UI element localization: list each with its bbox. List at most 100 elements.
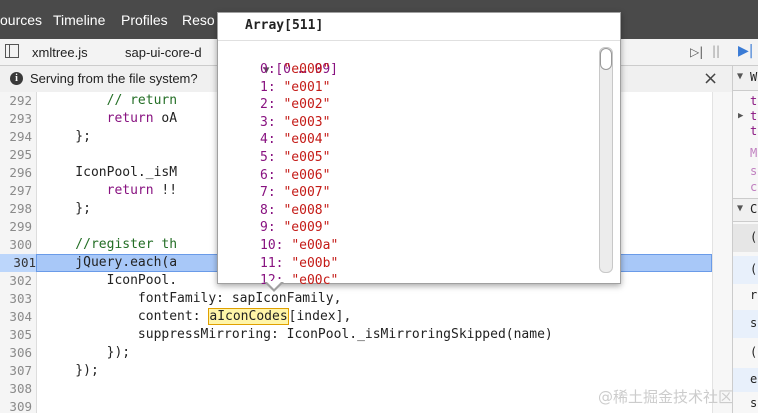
tab-profiles[interactable]: Profiles	[121, 12, 168, 28]
keyword: return	[106, 183, 154, 198]
line-number[interactable]: 309	[0, 398, 32, 416]
expand-arrow-icon[interactable]: ▼	[737, 71, 743, 82]
call-stack-frame[interactable]: (	[750, 345, 757, 359]
line-number[interactable]: 297	[0, 182, 32, 200]
file-tab-xmltree[interactable]: xmltree.js	[32, 45, 88, 60]
line-number[interactable]: 300	[0, 236, 32, 254]
sidebar-section-label: W	[750, 70, 758, 84]
line-number[interactable]: 303	[0, 290, 32, 308]
debugger-sidebar[interactable]: ▼ W t ▶ t t M s c ▼ C ( ( r s ( e s	[732, 66, 758, 413]
line-number[interactable]: 307	[0, 362, 32, 380]
sidebar-text: s	[750, 164, 758, 178]
code-line[interactable]: 303 fontFamily: sapIconFamily,	[0, 290, 732, 308]
code-text: content: aIconCodes[index],	[44, 308, 351, 326]
code-line[interactable]: 307 });	[0, 362, 732, 380]
call-stack-frame[interactable]: (	[750, 262, 757, 276]
array-item[interactable]: 1: "e001"	[260, 79, 330, 97]
popover-pointer-fill	[266, 281, 282, 289]
line-number[interactable]: 298	[0, 200, 32, 218]
line-number[interactable]: 302	[0, 272, 32, 290]
separator-icon: ||	[712, 44, 721, 58]
code-line[interactable]: 306 });	[0, 344, 732, 362]
array-item-value: "e003"	[283, 114, 331, 130]
array-item-index: 8:	[260, 202, 276, 218]
range-toggle[interactable]: ▼ [0 … 99]	[232, 43, 338, 77]
popover-scroll-thumb[interactable]	[600, 48, 612, 70]
code-text: fontFamily: sapIconFamily,	[44, 291, 342, 306]
array-item-value: "e005"	[283, 150, 331, 165]
array-item-value: "e001"	[283, 79, 331, 95]
array-item-value: "e00b"	[291, 255, 339, 271]
code-text: jQuery.each(a	[44, 255, 178, 270]
array-item-value: "e002"	[283, 97, 331, 113]
array-item[interactable]: 2: "e002"	[260, 96, 330, 114]
expand-arrow-icon[interactable]: ▼	[737, 203, 743, 214]
info-message: Serving from the file system?	[30, 71, 198, 86]
array-item-value: "e006"	[283, 167, 331, 183]
sidebar-text: t	[750, 109, 758, 123]
tab-resources[interactable]: Reso	[182, 12, 215, 28]
array-item-index: 1:	[260, 79, 276, 95]
array-item[interactable]: 0: "e000"	[260, 61, 330, 79]
array-item[interactable]: 4: "e004"	[260, 131, 330, 149]
toggle-debugger-icon[interactable]: ▷|	[690, 45, 703, 59]
line-number[interactable]: 305	[0, 326, 32, 344]
call-stack-frame[interactable]: r	[750, 288, 757, 302]
code-text-suffix: [index],	[288, 309, 352, 324]
call-stack-frame[interactable]: s	[750, 396, 757, 410]
array-item[interactable]: 7: "e007"	[260, 184, 330, 202]
array-item[interactable]: 9: "e009"	[260, 219, 330, 237]
line-number[interactable]: 295	[0, 146, 32, 164]
array-item[interactable]: 8: "e008"	[260, 202, 330, 220]
array-item[interactable]: 11: "e00b"	[260, 255, 338, 273]
code-line[interactable]: 305 suppressMirroring: IconPool._isMirro…	[0, 326, 732, 344]
line-number[interactable]: 301	[0, 254, 36, 272]
line-number[interactable]: 296	[0, 164, 32, 182]
hovered-token[interactable]: aIconCodes	[208, 308, 289, 325]
array-item-index: 10:	[260, 238, 284, 253]
array-item-value: "e008"	[283, 202, 331, 218]
code-line[interactable]: 304 content: aIconCodes[index],	[0, 308, 732, 326]
code-text-prefix: content:	[44, 309, 209, 324]
popover-scrollbar[interactable]	[599, 47, 613, 273]
close-icon[interactable]: ×	[703, 68, 718, 89]
tab-timeline[interactable]: Timeline	[53, 12, 105, 28]
sidebar-text: c	[750, 180, 758, 194]
array-item[interactable]: 5: "e005"	[260, 149, 330, 167]
array-inspect-popover[interactable]: Array[511] ▼ [0 … 99] 0: "e000" 1: "e001"…	[217, 12, 621, 288]
tab-sources[interactable]: ources	[0, 12, 42, 28]
array-item[interactable]: 3: "e003"	[260, 114, 330, 132]
code-text: //register th	[44, 237, 178, 252]
call-stack-frame[interactable]: s	[750, 316, 757, 330]
array-item-index: 0:	[260, 62, 276, 77]
line-number[interactable]: 304	[0, 308, 32, 326]
code-text: };	[44, 201, 91, 216]
pause-icon[interactable]: ▶|	[738, 43, 753, 59]
editor-scrollbar[interactable]	[712, 92, 733, 413]
line-number[interactable]: 299	[0, 218, 32, 236]
array-item-value: "e009"	[283, 220, 331, 236]
array-item-index: 5:	[260, 150, 276, 165]
array-item-value: "e00a"	[291, 238, 339, 253]
array-item-value: "e000"	[283, 62, 331, 77]
array-item-value: "e007"	[283, 185, 331, 201]
file-tab-sap-ui-core[interactable]: sap-ui-core-d	[125, 45, 202, 60]
array-item-value: "e00c"	[291, 273, 339, 289]
line-number[interactable]: 292	[0, 92, 32, 110]
array-item[interactable]: 6: "e006"	[260, 167, 330, 185]
array-item[interactable]: 10: "e00a"	[260, 237, 338, 255]
code-text: });	[44, 345, 131, 360]
line-number[interactable]: 293	[0, 110, 32, 128]
call-stack-frame[interactable]: e	[750, 372, 757, 386]
code-text: return oA	[106, 111, 178, 126]
array-item-index: 9:	[260, 220, 276, 236]
call-stack-frame[interactable]: (	[750, 230, 757, 244]
toggle-navigator-icon[interactable]	[5, 44, 19, 58]
line-number[interactable]: 306	[0, 344, 32, 362]
code-text: IconPool._isM	[44, 165, 178, 180]
line-number[interactable]: 294	[0, 128, 32, 146]
code-text: IconPool.	[44, 273, 178, 288]
expand-arrow-icon[interactable]: ▶	[738, 111, 743, 121]
line-number[interactable]: 308	[0, 380, 32, 398]
popover-divider	[218, 40, 620, 41]
